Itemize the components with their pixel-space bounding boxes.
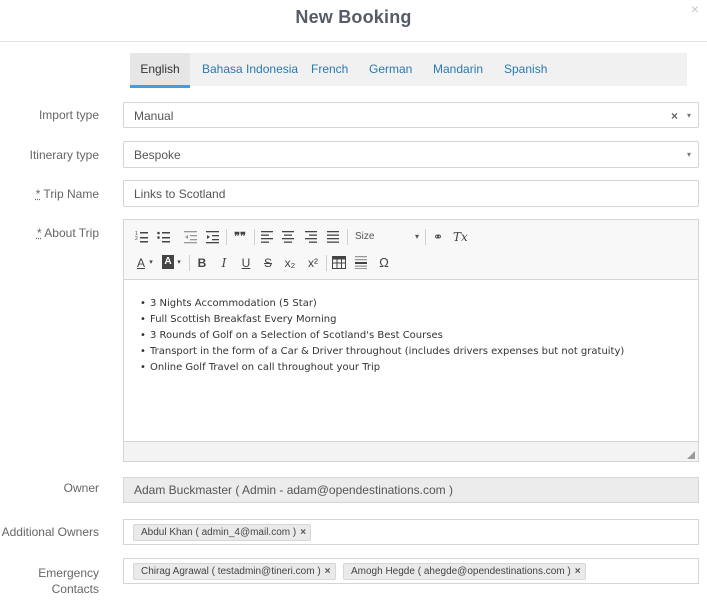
resize-handle-icon[interactable] (687, 451, 695, 459)
text-color-icon[interactable]: A (135, 255, 147, 271)
owner-field: Adam Buckmaster ( Admin - adam@opendesti… (123, 477, 699, 503)
additional-owners-label: Additional Owners (1, 525, 99, 539)
underline-icon[interactable]: U (240, 255, 252, 271)
link-icon[interactable]: ⚭ (431, 229, 445, 245)
italic-icon[interactable]: I (218, 255, 230, 271)
bold-icon[interactable]: B (196, 255, 208, 271)
toolbar-separator (226, 229, 227, 245)
chevron-down-icon[interactable]: ▾ (147, 255, 155, 271)
itinerary-type-label: Itinerary type (29, 148, 99, 162)
about-trip-list: 3 Nights Accommodation (5 Star) Full Sco… (140, 296, 688, 376)
chevron-down-icon[interactable]: ▾ (175, 255, 183, 271)
blockquote-icon[interactable]: ❞❞ (232, 229, 248, 245)
emergency-contacts-label-line1: Emergency (38, 566, 99, 580)
about-trip-label: * About Trip (37, 226, 99, 240)
remove-format-icon[interactable]: Tx (453, 229, 468, 245)
bulleted-list-icon[interactable] (157, 230, 171, 244)
strikethrough-icon[interactable]: S (262, 255, 274, 271)
close-icon[interactable]: × (691, 1, 699, 17)
additional-owners-select[interactable]: Abdul Khan ( admin_4@mail.com ) × (123, 519, 699, 545)
trip-name-label: * Trip Name (36, 187, 99, 201)
rich-text-editor: 1 2 ❞❞ Size ▾ ⚭ Tx A ▾ A ▾ B I U S x₂ x²… (123, 219, 699, 462)
remove-chip-icon[interactable]: × (325, 564, 331, 579)
special-character-icon[interactable]: Ω (377, 255, 391, 271)
tab-german[interactable]: German (369, 53, 412, 86)
background-color-icon[interactable]: A (162, 255, 174, 269)
tab-mandarin[interactable]: Mandarin (433, 53, 483, 86)
subscript-icon[interactable]: x₂ (283, 255, 297, 271)
editor-toolbar: 1 2 ❞❞ Size ▾ ⚭ Tx A ▾ A ▾ B I U S x₂ x²… (124, 220, 698, 280)
itinerary-type-select[interactable]: Bespoke ▾ (123, 141, 699, 168)
list-item: 3 Nights Accommodation (5 Star) (140, 296, 688, 312)
chevron-down-icon[interactable]: ▾ (687, 103, 691, 129)
font-size-label: Size (355, 231, 375, 242)
modal-header: New Booking × (0, 0, 707, 42)
toolbar-separator (189, 255, 190, 271)
superscript-icon[interactable]: x² (306, 255, 320, 271)
font-size-dropdown[interactable]: Size ▾ (355, 228, 421, 246)
toolbar-separator (347, 229, 348, 245)
indent-icon[interactable] (206, 230, 220, 244)
table-icon[interactable] (332, 256, 346, 269)
align-right-icon[interactable] (305, 230, 317, 243)
toolbar-separator (254, 229, 255, 245)
tab-bahasa-indonesia[interactable]: Bahasa Indonesia (202, 53, 298, 86)
list-item: 3 Rounds of Golf on a Selection of Scotl… (140, 328, 688, 344)
modal-title: New Booking (295, 7, 412, 27)
toolbar-separator (425, 229, 426, 245)
owner-label: Owner (63, 481, 99, 495)
justify-icon[interactable] (327, 230, 339, 243)
owner-chip: Abdul Khan ( admin_4@mail.com ) × (133, 524, 312, 541)
editor-statusbar (124, 441, 698, 461)
tab-french[interactable]: French (311, 53, 348, 86)
chevron-down-icon: ▾ (414, 232, 419, 241)
itinerary-type-value: Bespoke (134, 148, 181, 162)
about-trip-label-text: About Trip (41, 226, 99, 240)
list-item: Full Scottish Breakfast Every Morning (140, 312, 688, 328)
remove-chip-icon[interactable]: × (575, 564, 581, 579)
import-type-value: Manual (134, 109, 174, 123)
tab-english[interactable]: English (130, 53, 190, 88)
chevron-down-icon[interactable]: ▾ (687, 142, 691, 168)
list-item: Online Golf Travel on call throughout yo… (140, 360, 688, 376)
contact-chip: Chirag Agrawal ( testadmin@tineri.com ) × (133, 563, 336, 580)
trip-name-value: Links to Scotland (134, 187, 226, 201)
list-item: Transport in the form of a Car & Driver … (140, 344, 688, 360)
trip-name-label-text: Trip Name (40, 187, 99, 201)
horizontal-rule-icon[interactable] (355, 256, 367, 269)
import-type-label: Import type (38, 108, 99, 122)
tab-spanish[interactable]: Spanish (504, 53, 547, 86)
align-left-icon[interactable] (261, 230, 273, 243)
svg-text:2: 2 (135, 236, 138, 242)
contact-chip-label: Chirag Agrawal ( testadmin@tineri.com ) (141, 566, 321, 577)
language-tabs: English Bahasa Indonesia French German M… (130, 53, 687, 88)
import-type-select[interactable]: Manual × ▾ (123, 102, 699, 128)
contact-chip-label: Amogh Hegde ( ahegde@opendestinations.co… (351, 566, 571, 577)
outdent-icon[interactable] (184, 230, 198, 244)
owner-chip-label: Abdul Khan ( admin_4@mail.com ) (141, 527, 297, 538)
emergency-contacts-label-line2: Contacts (51, 582, 99, 596)
emergency-contacts-label: Emergency Contacts (38, 565, 99, 597)
contact-chip: Amogh Hegde ( ahegde@opendestinations.co… (343, 563, 586, 580)
remove-chip-icon[interactable]: × (300, 525, 306, 540)
numbered-list-icon[interactable]: 1 2 (135, 230, 149, 244)
clear-selection-icon[interactable]: × (671, 103, 678, 129)
toolbar-separator (326, 255, 327, 271)
align-center-icon[interactable] (282, 230, 294, 243)
editor-content[interactable]: 3 Nights Accommodation (5 Star) Full Sco… (124, 281, 698, 441)
trip-name-input[interactable]: Links to Scotland (123, 180, 699, 207)
emergency-contacts-select[interactable]: Chirag Agrawal ( testadmin@tineri.com ) ×… (123, 558, 699, 584)
